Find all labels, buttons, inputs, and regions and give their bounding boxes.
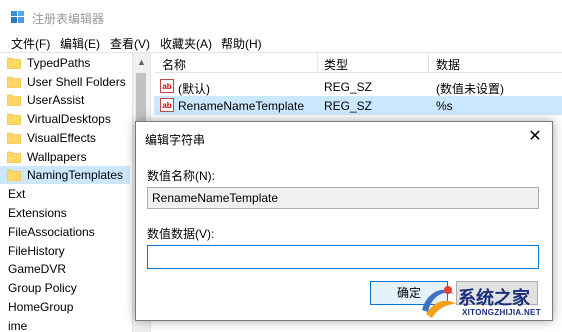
- folder-icon: [7, 57, 21, 69]
- tree-item-extensions[interactable]: Extensions: [0, 204, 130, 222]
- tree-item-label: GameDVR: [8, 262, 67, 276]
- tree-item-group-policy[interactable]: Group Policy: [0, 279, 130, 297]
- tree-item-ext[interactable]: Ext: [0, 185, 130, 203]
- tree-item-namingtemplates[interactable]: NamingTemplates: [0, 166, 130, 184]
- tree-item-user-shell-folders[interactable]: User Shell Folders: [0, 73, 130, 91]
- folder-icon: [7, 76, 21, 88]
- tree-item-gamedvr[interactable]: GameDVR: [0, 260, 130, 278]
- watermark-text: 系统之家: [458, 288, 530, 309]
- column-header-name[interactable]: 名称: [162, 56, 186, 73]
- list-row-default[interactable]: ab (默认) REG_SZ (数值未设置): [154, 77, 562, 96]
- title-bar: 注册表编辑器: [0, 0, 562, 34]
- key-tree[interactable]: TypedPaths User Shell Folders UserAssist…: [0, 53, 132, 332]
- string-value-icon: ab: [160, 79, 174, 93]
- tree-item-homegroup[interactable]: HomeGroup: [0, 298, 130, 316]
- menu-favorites[interactable]: 收藏夹(A): [160, 35, 212, 52]
- folder-icon: [7, 113, 21, 125]
- value-data: %s: [436, 99, 453, 113]
- tree-item-ime[interactable]: ime: [0, 317, 130, 332]
- value-name-label: 数值名称(N):: [147, 169, 215, 183]
- folder-icon: [7, 169, 21, 181]
- column-header-data[interactable]: 数据: [436, 56, 460, 73]
- watermark-logo-icon: [422, 286, 456, 318]
- registry-editor-icon: [11, 11, 24, 23]
- watermark-url: XITONGZHIJIA.NET: [462, 308, 541, 317]
- folder-icon: [7, 132, 21, 144]
- column-header-type[interactable]: 类型: [324, 56, 348, 73]
- tree-item-label: FileHistory: [8, 244, 65, 258]
- tree-item-userassist[interactable]: UserAssist: [0, 91, 130, 109]
- tree-item-label: FileAssociations: [8, 225, 95, 239]
- list-row-renamenametemplate[interactable]: ab RenameNameTemplate REG_SZ %s: [154, 96, 562, 115]
- list-header: 名称 类型 数据: [154, 53, 562, 73]
- tree-item-label: TypedPaths: [27, 56, 91, 70]
- column-divider[interactable]: [428, 53, 429, 72]
- menu-bar: 文件(F) 编辑(E) 查看(V) 收藏夹(A) 帮助(H): [0, 34, 562, 52]
- menu-help[interactable]: 帮助(H): [221, 35, 262, 52]
- menu-edit[interactable]: 编辑(E): [60, 35, 100, 52]
- tree-item-visualeffects[interactable]: VisualEffects: [0, 129, 130, 147]
- close-icon[interactable]: ✕: [522, 127, 548, 147]
- value-data-input[interactable]: [147, 245, 539, 269]
- tree-item-label: Group Policy: [8, 281, 77, 295]
- tree-item-label: VirtualDesktops: [27, 112, 111, 126]
- tree-item-label: ime: [8, 319, 28, 332]
- column-divider[interactable]: [317, 53, 318, 72]
- value-type: REG_SZ: [324, 80, 373, 94]
- menu-view[interactable]: 查看(V): [110, 35, 150, 52]
- folder-icon: [7, 94, 21, 106]
- watermark: 系统之家 XITONGZHIJIA.NET: [410, 276, 562, 332]
- menu-file[interactable]: 文件(F): [11, 35, 50, 52]
- string-value-icon: ab: [160, 98, 174, 112]
- tree-item-fileassociations[interactable]: FileAssociations: [0, 223, 130, 241]
- value-data: (数值未设置): [436, 82, 504, 96]
- tree-item-label: NamingTemplates: [27, 168, 124, 182]
- window-title: 注册表编辑器: [32, 12, 105, 26]
- value-name: RenameNameTemplate: [178, 99, 305, 113]
- scroll-up-arrow-icon[interactable]: ▲: [137, 57, 146, 67]
- tree-item-label: HomeGroup: [8, 300, 74, 314]
- value-name: (默认): [178, 82, 210, 96]
- value-name-field: RenameNameTemplate: [147, 187, 539, 209]
- folder-icon: [7, 151, 21, 163]
- dialog-title: 编辑字符串: [145, 133, 206, 147]
- tree-item-label: VisualEffects: [27, 131, 96, 145]
- value-data-label: 数值数据(V):: [147, 227, 215, 241]
- value-type: REG_SZ: [324, 99, 373, 113]
- tree-item-typedpaths[interactable]: TypedPaths: [0, 54, 130, 72]
- tree-item-label: UserAssist: [27, 93, 85, 107]
- tree-item-label: Ext: [8, 187, 26, 201]
- tree-item-label: Extensions: [8, 206, 67, 220]
- tree-item-label: Wallpapers: [27, 150, 87, 164]
- tree-item-virtualdesktops[interactable]: VirtualDesktops: [0, 110, 130, 128]
- tree-item-filehistory[interactable]: FileHistory: [0, 242, 130, 260]
- tree-item-label: User Shell Folders: [27, 75, 126, 89]
- tree-item-wallpapers[interactable]: Wallpapers: [0, 148, 130, 166]
